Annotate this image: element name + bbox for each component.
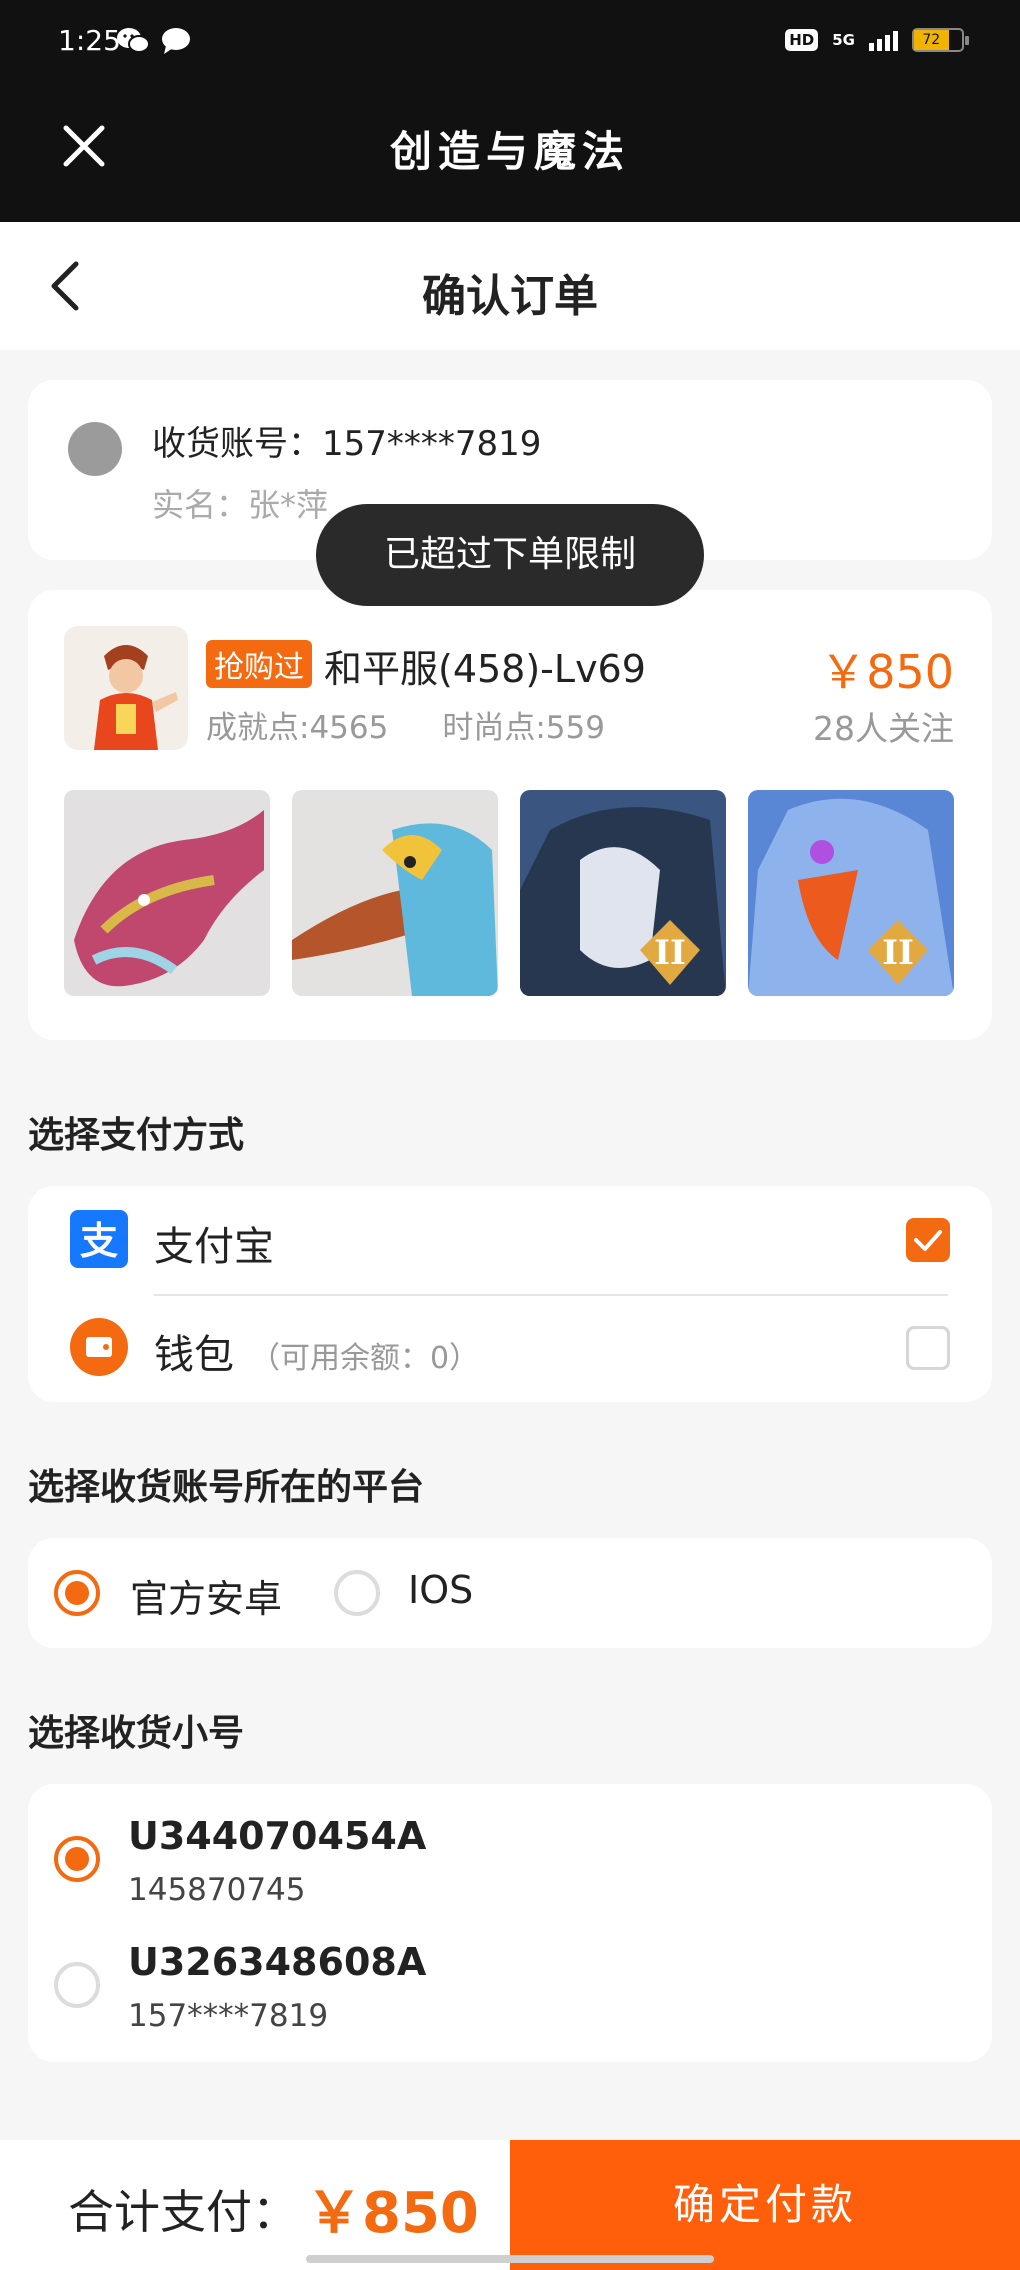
svg-text:II: II <box>654 933 686 973</box>
app-title: 创造与魔法 <box>389 127 630 176</box>
notification-icons <box>116 26 192 56</box>
payment-method-card: 支 支付宝 钱包 （可用余额：0） <box>28 1186 992 1402</box>
wallet-checkbox[interactable] <box>906 1326 950 1370</box>
page-header: 确认订单 <box>0 222 1020 350</box>
small-account-sub: 157****7819 <box>128 1998 329 2034</box>
toast-message: 已超过下单限制 <box>316 504 704 606</box>
fashion-points: 时尚点:559 <box>442 710 605 746</box>
battery-icon: 72 <box>912 28 969 52</box>
page-title: 确认订单 <box>422 271 598 322</box>
total-amount: ￥850 <box>306 2181 479 2246</box>
ios-radio[interactable] <box>334 1570 380 1616</box>
small-account-sub: 145870745 <box>128 1872 306 1908</box>
small-account-radio-1[interactable] <box>54 1836 100 1882</box>
product-price: ￥850 <box>820 645 954 699</box>
product-thumbnails: II II <box>64 790 954 996</box>
wallet-balance: （可用余额：0） <box>250 1341 480 1376</box>
network-indicator: 5G <box>832 31 855 49</box>
small-account-id[interactable]: U344070454A <box>128 1814 426 1858</box>
wallet-icon <box>70 1318 128 1376</box>
character-avatar <box>64 626 188 750</box>
product-name: 和平服(458)-Lv69 <box>324 647 646 691</box>
avatar <box>68 422 122 476</box>
product-stats: 成就点:4565 时尚点:559 <box>206 702 605 747</box>
platform-section-title: 选择收货账号所在的平台 <box>28 1467 425 1508</box>
character-icon <box>64 626 188 750</box>
confirm-payment-button[interactable]: 确定付款 <box>510 2140 1020 2270</box>
real-name: 实名：张*萍 <box>152 486 329 524</box>
purchased-tag: 抢购过 <box>206 640 312 688</box>
dark-dragon-thumbnail[interactable]: II <box>520 790 726 996</box>
total-label: 合计支付： <box>68 2185 298 2239</box>
blue-phoenix-thumbnail[interactable] <box>292 790 498 996</box>
app-title-bar: 创造与魔法 <box>0 90 1020 222</box>
wechat-icon <box>117 28 150 53</box>
message-icon <box>162 28 190 54</box>
pink-dragon-thumbnail[interactable] <box>64 790 270 996</box>
alipay-icon: 支 <box>70 1210 128 1268</box>
small-account-id[interactable]: U326348608A <box>128 1940 426 1984</box>
checkout-bar: 合计支付： ￥850 确定付款 <box>0 2140 1020 2270</box>
payment-option-wallet[interactable]: 钱包 （可用余额：0） <box>28 1294 992 1402</box>
status-bar: 1:25 HD 5G 72 <box>0 0 1020 90</box>
product-card[interactable]: 抢购过 和平服(458)-Lv69 成就点:4565 时尚点:559 ￥850 2… <box>28 590 992 1040</box>
signal-icon <box>869 29 898 51</box>
hd-badge: HD <box>785 29 819 51</box>
platform-card: 官方安卓 IOS <box>28 1538 992 1648</box>
home-indicator[interactable] <box>306 2255 714 2263</box>
wallet-label-wrap: 钱包 （可用余额：0） <box>154 1322 479 1380</box>
achievement-points: 成就点:4565 <box>206 710 389 746</box>
alipay-checkbox[interactable] <box>906 1218 950 1262</box>
svg-text:支: 支 <box>80 1219 118 1263</box>
alipay-label: 支付宝 <box>154 1224 274 1270</box>
battery-level: 72 <box>914 30 949 50</box>
small-account-card: U344070454A 145870745 U326348608A 157***… <box>28 1784 992 2062</box>
clock: 1:25 <box>58 24 121 57</box>
small-account-section-title: 选择收货小号 <box>28 1713 245 1754</box>
android-radio[interactable] <box>54 1570 100 1616</box>
android-label[interactable]: 官方安卓 <box>130 1568 282 1623</box>
griffin-thumbnail[interactable]: II <box>748 790 954 996</box>
svg-text:II: II <box>882 933 914 973</box>
wallet-label: 钱包 <box>154 1332 234 1378</box>
payment-option-alipay[interactable]: 支 支付宝 <box>28 1186 992 1294</box>
small-account-radio-2[interactable] <box>54 1962 100 2008</box>
ios-label[interactable]: IOS <box>408 1568 473 1612</box>
follow-count: 28人关注 <box>813 709 954 748</box>
payment-section-title: 选择支付方式 <box>28 1115 245 1156</box>
receiver-account: 收货账号：157****7819 <box>152 424 542 464</box>
